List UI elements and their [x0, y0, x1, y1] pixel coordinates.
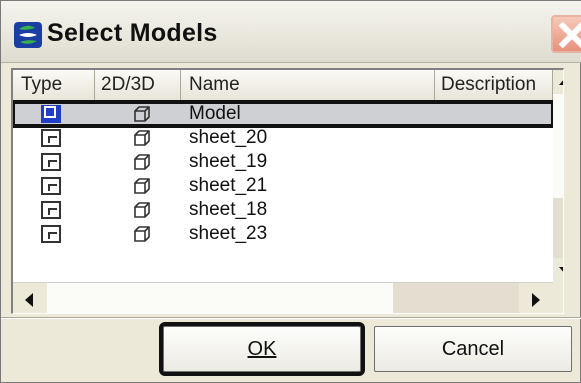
ok-button[interactable]: OK — [159, 322, 365, 376]
model-name-cell: sheet_23 — [189, 223, 268, 244]
model-name-cell: sheet_20 — [189, 127, 268, 148]
models-list[interactable]: Type 2D/3D Name Description Model sheet_… — [11, 68, 564, 314]
3d-cube-icon — [134, 178, 150, 194]
sheet-icon — [41, 201, 61, 219]
scroll-up-button[interactable] — [553, 70, 563, 94]
horizontal-scrollbar[interactable] — [13, 282, 553, 313]
scroll-down-button[interactable] — [553, 258, 563, 282]
arrow-down-icon — [559, 267, 563, 274]
model-name-cell: sheet_21 — [189, 175, 268, 196]
model-name-cell: sheet_19 — [189, 151, 268, 172]
column-header-dimension[interactable]: 2D/3D — [95, 70, 181, 102]
list-row-sheet[interactable]: sheet_23 — [13, 222, 553, 246]
list-row-sheet[interactable]: sheet_21 — [13, 174, 553, 198]
sheet-icon — [41, 129, 61, 147]
3d-cube-icon — [134, 106, 150, 122]
ok-label: OK — [247, 338, 277, 360]
microstation-icon — [14, 22, 42, 48]
list-row-model[interactable]: Model — [13, 100, 555, 128]
cancel-button[interactable]: Cancel — [374, 326, 572, 372]
list-row-sheet[interactable]: sheet_18 — [13, 198, 553, 222]
select-models-dialog: Select Models Type 2D/3D Name Descriptio… — [0, 0, 581, 383]
list-header: Type 2D/3D Name Description — [13, 70, 553, 102]
scroll-left-button[interactable] — [13, 283, 47, 313]
model-icon — [41, 105, 61, 123]
scroll-right-button[interactable] — [519, 283, 553, 313]
horizontal-scroll-track[interactable] — [393, 283, 519, 313]
sheet-icon — [41, 177, 61, 195]
column-header-type[interactable]: Type — [13, 70, 95, 102]
column-header-name[interactable]: Name — [181, 70, 435, 102]
3d-cube-icon — [134, 130, 150, 146]
scrollbar-corner — [553, 282, 563, 313]
arrow-up-icon — [559, 78, 563, 85]
3d-cube-icon — [134, 202, 150, 218]
vertical-scrollbar[interactable] — [553, 70, 563, 282]
list-rows: Model sheet_20 sheet_19 sheet_21 sheet_1… — [13, 100, 555, 246]
sheet-icon — [41, 153, 61, 171]
3d-cube-icon — [134, 226, 150, 242]
column-header-description[interactable]: Description — [435, 70, 553, 102]
3d-cube-icon — [134, 154, 150, 170]
list-row-sheet[interactable]: sheet_19 — [13, 150, 553, 174]
sheet-icon — [41, 225, 61, 243]
model-name-cell: Model — [189, 103, 241, 124]
model-name-cell: sheet_18 — [189, 199, 268, 220]
arrow-right-icon — [532, 293, 540, 307]
list-row-sheet[interactable]: sheet_20 — [13, 126, 553, 150]
divider — [1, 317, 581, 319]
dialog-title: Select Models — [47, 19, 218, 47]
close-button[interactable] — [551, 15, 581, 53]
arrow-left-icon — [25, 293, 33, 307]
vertical-scroll-thumb[interactable] — [553, 198, 563, 258]
title-bar[interactable]: Select Models — [1, 1, 581, 63]
